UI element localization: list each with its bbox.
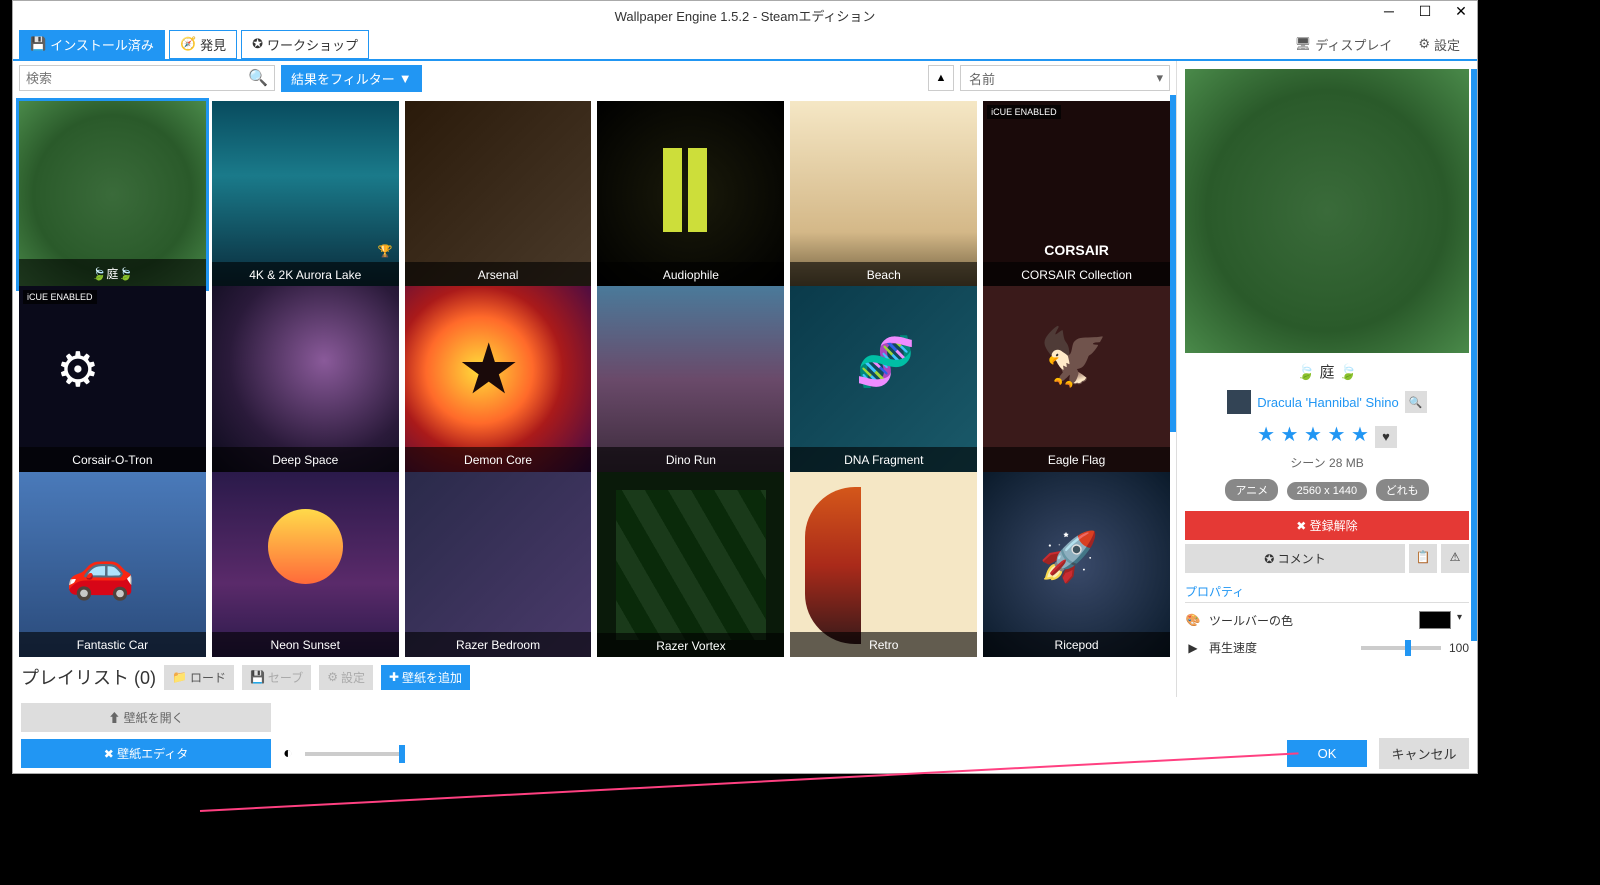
playlist-label: プレイリスト (0) [21, 664, 156, 690]
properties-header: プロパティ [1185, 583, 1469, 603]
preview-image [1185, 69, 1469, 353]
preview-tags: アニメ 2560 x 1440 どれも [1185, 479, 1469, 501]
window-title: Wallpaper Engine 1.5.2 - Steamエディション [615, 6, 876, 25]
tile-deep-space[interactable]: Deep Space [212, 286, 399, 473]
tile-dino-run[interactable]: Dino Run [597, 286, 784, 473]
speed-slider[interactable] [1361, 646, 1441, 650]
playlist-settings-button[interactable]: ⚙ 設定 [319, 665, 373, 690]
tab-discover[interactable]: 🧭 発見 [169, 30, 237, 59]
tile-retro[interactable]: Retro [790, 472, 977, 657]
open-wallpaper-button[interactable]: ⬆ 壁紙を開く [21, 703, 271, 732]
playlist-load-button[interactable]: 📁 ロード [164, 665, 234, 690]
playlist-add-button[interactable]: ✚ 壁紙を追加 [381, 665, 470, 690]
wallpaper-editor-button[interactable]: ✖ 壁紙エディタ [21, 739, 271, 768]
tile-car[interactable]: Fantastic Car [19, 472, 206, 657]
tab-workshop[interactable]: ✪ ワークショップ [241, 30, 369, 59]
tile-eagle[interactable]: Eagle Flag [983, 286, 1170, 473]
cancel-button[interactable]: キャンセル [1379, 738, 1469, 769]
settings-button[interactable]: ⚙ 設定 [1407, 30, 1471, 59]
search-input[interactable]: 🔍 [19, 65, 275, 91]
close-icon[interactable]: ✕ [1449, 3, 1473, 20]
tile-dna[interactable]: DNA Fragment [790, 286, 977, 473]
unsubscribe-button[interactable]: ✖ 登録解除 [1185, 511, 1469, 540]
report-icon[interactable]: ⚠ [1441, 544, 1469, 573]
palette-icon: 🎨 [1185, 613, 1201, 627]
tile-corsair-o-tron[interactable]: iCUE ENABLEDCorsair-O-Tron [19, 286, 206, 473]
filter-button[interactable]: 結果をフィルター ▼ [281, 65, 422, 92]
favorite-button[interactable]: ♥ [1375, 426, 1397, 448]
tile-razer-vortex[interactable]: Razer Vortex [597, 472, 784, 657]
play-icon: ▶ [1185, 641, 1201, 655]
tile-aurora[interactable]: 🏆4K & 2K Aurora Lake [212, 101, 399, 288]
tab-installed[interactable]: 💾 インストール済み [19, 30, 165, 59]
wallpaper-grid: 🍃庭🍃 🏆4K & 2K Aurora Lake Arsenal Audioph… [13, 95, 1176, 657]
trophy-icon: 🏆 [378, 244, 393, 258]
tile-arsenal[interactable]: Arsenal [405, 101, 592, 288]
sort-select[interactable]: 名前 [960, 65, 1170, 91]
panel-scrollbar[interactable] [1471, 69, 1477, 641]
titlebar: Wallpaper Engine 1.5.2 - Steamエディション ─ ☐… [13, 1, 1477, 29]
author-link[interactable]: Dracula 'Hannibal' Shino [1257, 395, 1399, 410]
tile-razer-bedroom[interactable]: Razer Bedroom [405, 472, 592, 657]
tile-niwa[interactable]: 🍃庭🍃 [19, 101, 206, 288]
maximize-icon[interactable]: ☐ [1413, 3, 1437, 20]
preview-panel: 🍃 庭 🍃 Dracula 'Hannibal' Shino 🔍 ★ ★ ★ ★… [1177, 61, 1477, 697]
minimize-icon[interactable]: ─ [1377, 3, 1401, 20]
tile-demon-core[interactable]: Demon Core [405, 286, 592, 473]
preview-title: 🍃 庭 🍃 [1185, 361, 1469, 382]
ok-button[interactable]: OK [1287, 740, 1367, 767]
tile-corsair[interactable]: iCUE ENABLEDCORSAIR Collection [983, 101, 1170, 288]
tile-ricepod[interactable]: Ricepod [983, 472, 1170, 657]
brightness-icon: ◐ [283, 745, 293, 763]
comment-button[interactable]: ✪ コメント [1185, 544, 1405, 573]
playlist-save-button[interactable]: 💾 セーブ [242, 665, 311, 690]
tile-neon[interactable]: Neon Sunset [212, 472, 399, 657]
author-search-icon[interactable]: 🔍 [1405, 391, 1427, 413]
rating-stars[interactable]: ★ ★ ★ ★ ★♥ [1185, 422, 1469, 448]
preview-meta: シーン 28 MB [1185, 454, 1469, 471]
search-icon[interactable]: 🔍 [248, 68, 268, 88]
author-avatar[interactable] [1227, 390, 1251, 414]
tile-beach[interactable]: Beach [790, 101, 977, 288]
copy-icon[interactable]: 📋 [1409, 544, 1437, 573]
sort-direction-button[interactable]: ▲ [928, 65, 954, 91]
main-toolbar: 💾 インストール済み 🧭 発見 ✪ ワークショップ 🖥 ディスプレイ ⚙ 設定 [13, 29, 1477, 61]
color-swatch[interactable] [1419, 611, 1451, 629]
grid-scrollbar[interactable] [1170, 95, 1176, 432]
brightness-slider[interactable] [305, 752, 405, 756]
display-button[interactable]: 🖥 ディスプレイ [1284, 30, 1404, 59]
tile-audiophile[interactable]: Audiophile [597, 101, 784, 288]
